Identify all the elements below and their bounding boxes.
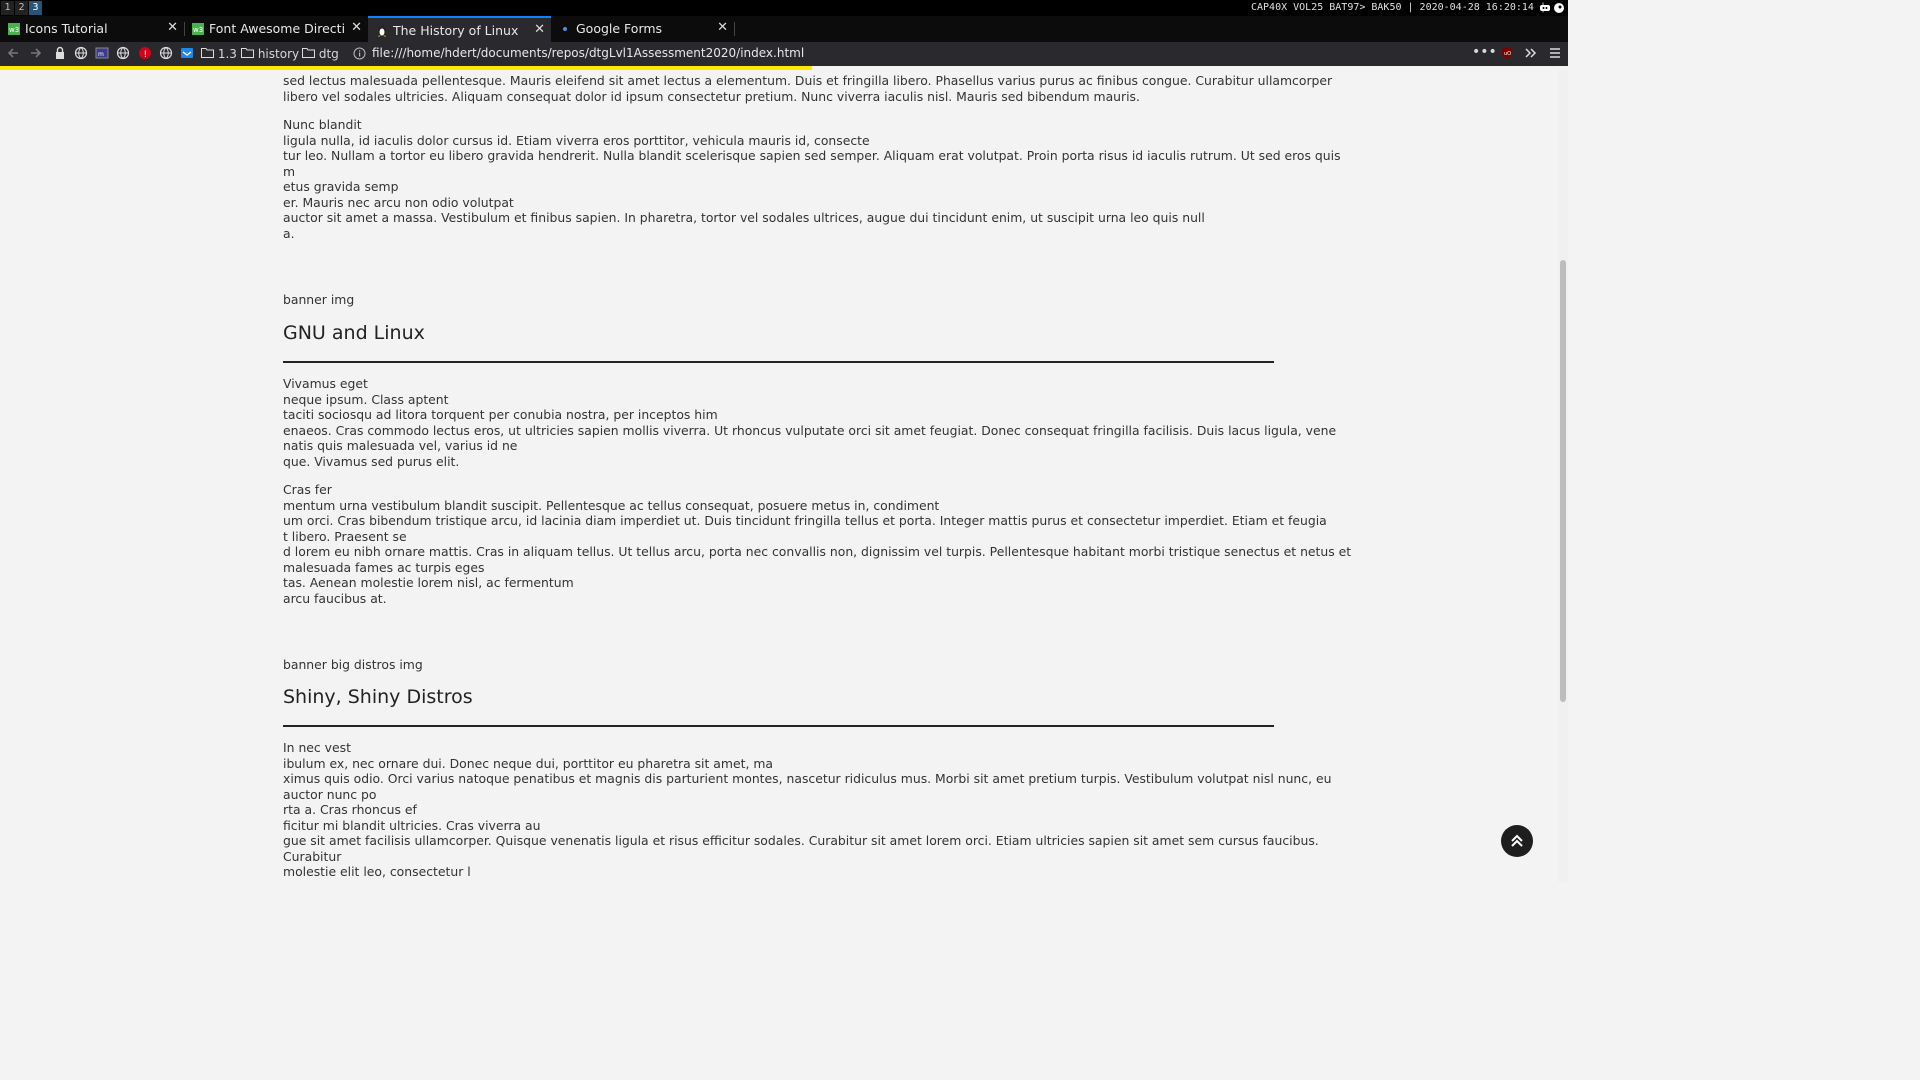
workspace-1[interactable]: 1 (1, 1, 14, 15)
section-heading-distros: Shiny, Shiny Distros (283, 686, 473, 708)
bookmark-1-3[interactable]: 1.3 (201, 46, 237, 62)
paragraph: sed lectus malesuada pellentesque. Mauri… (283, 73, 1333, 104)
tab-icons-tutorial[interactable]: w3 Icons Tutorial ✕ (0, 16, 184, 42)
folder-icon (201, 47, 214, 61)
bookmark-dtg[interactable]: dtg (302, 46, 339, 62)
globe-icon[interactable] (74, 46, 88, 62)
back-to-top-button[interactable] (1501, 825, 1533, 857)
close-icon[interactable]: ✕ (717, 20, 728, 35)
url-bar[interactable]: file:///home/hdert/documents/repos/dtgLv… (346, 43, 1496, 65)
vertical-scrollbar[interactable] (1558, 70, 1568, 882)
tab-title: Icons Tutorial (25, 21, 108, 36)
workspace-2[interactable]: 2 (15, 1, 28, 15)
section-divider (283, 725, 1274, 727)
tab-history-of-linux[interactable]: The History of Linux ✕ (368, 16, 551, 42)
tab-title: Font Awesome Direction (209, 21, 344, 36)
svg-text:w3: w3 (193, 26, 203, 34)
overflow-menu-icon[interactable] (1524, 46, 1538, 62)
tab-font-awesome-direction[interactable]: w3 Font Awesome Direction ✕ (184, 16, 368, 42)
globe-icon[interactable] (159, 46, 173, 62)
section-heading-gnu-linux: GNU and Linux (283, 322, 425, 344)
folder-icon (241, 47, 254, 61)
w3schools-icon: w3 (192, 23, 204, 35)
close-icon[interactable]: ✕ (534, 22, 545, 37)
bookmark-history[interactable]: history (241, 46, 299, 62)
svg-text:!: ! (144, 50, 148, 60)
paragraph: In nec vest ibulum ex, nec ornare dui. D… (283, 740, 1332, 879)
forward-icon[interactable] (29, 46, 43, 62)
tab-title: Google Forms (576, 21, 663, 36)
red-info-icon[interactable]: ! (138, 46, 152, 62)
inbox-icon[interactable] (180, 46, 194, 62)
ublock-icon[interactable]: uO (1500, 46, 1514, 62)
w3schools-icon: w3 (8, 23, 20, 35)
bookmark-label: history (257, 47, 300, 61)
paragraph: Cras fer mentum urna vestibulum blandit … (283, 482, 1352, 606)
page-content: sed lectus malesuada pellentesque. Mauri… (0, 70, 1558, 882)
svg-text:uO: uO (1504, 51, 1511, 57)
bookmark-app-icon[interactable]: m (95, 46, 109, 62)
paragraph: Vivamus eget neque ipsum. Class aptent t… (283, 376, 1337, 469)
paragraph: Nunc blandit ligula nulla, id iaculis do… (283, 117, 1341, 241)
discord-icon[interactable] (1540, 3, 1550, 13)
folder-icon (302, 47, 315, 61)
bookmark-label: 1.3 (217, 47, 237, 61)
steam-icon[interactable] (1554, 3, 1564, 13)
tab-title: The History of Linux (393, 23, 519, 38)
url-text[interactable]: file:///home/hdert/documents/repos/dtgLv… (372, 46, 804, 60)
system-status-bar: 1 2 3 CAP40X VOL25 BAT97> BAK50 | 2020-0… (0, 0, 1568, 16)
navigation-toolbar: m ! 1.3 history dtg file:///home/hdert/d… (0, 42, 1568, 66)
banner-image-placeholder: banner big distros img (283, 657, 423, 672)
tab-bar: w3 Icons Tutorial ✕ w3 Font Awesome Dire… (0, 16, 1568, 42)
info-icon[interactable] (353, 47, 366, 63)
workspace-3[interactable]: 3 (29, 1, 42, 15)
banner-image-placeholder: banner img (283, 292, 355, 307)
double-chevron-up-icon (1510, 833, 1524, 853)
svg-text:m: m (98, 51, 104, 58)
status-text: CAP40X VOL25 BAT97> BAK50 | 2020-04-28 1… (1250, 2, 1546, 13)
dot-icon (559, 23, 571, 35)
close-icon[interactable]: ✕ (351, 20, 362, 35)
section-divider (283, 361, 1274, 363)
close-icon[interactable]: ✕ (167, 20, 178, 35)
tab-google-forms[interactable]: Google Forms ✕ (551, 16, 734, 42)
tux-icon (376, 25, 388, 37)
svg-text:w3: w3 (9, 26, 19, 34)
back-icon[interactable] (6, 46, 20, 62)
scrollbar-thumb[interactable] (1560, 260, 1566, 702)
bookmark-label: dtg (318, 47, 339, 61)
page-actions-icon[interactable]: ••• (1472, 44, 1497, 60)
globe-icon[interactable] (116, 46, 130, 62)
lock-icon[interactable] (54, 46, 66, 62)
hamburger-menu-icon[interactable] (1549, 46, 1561, 62)
